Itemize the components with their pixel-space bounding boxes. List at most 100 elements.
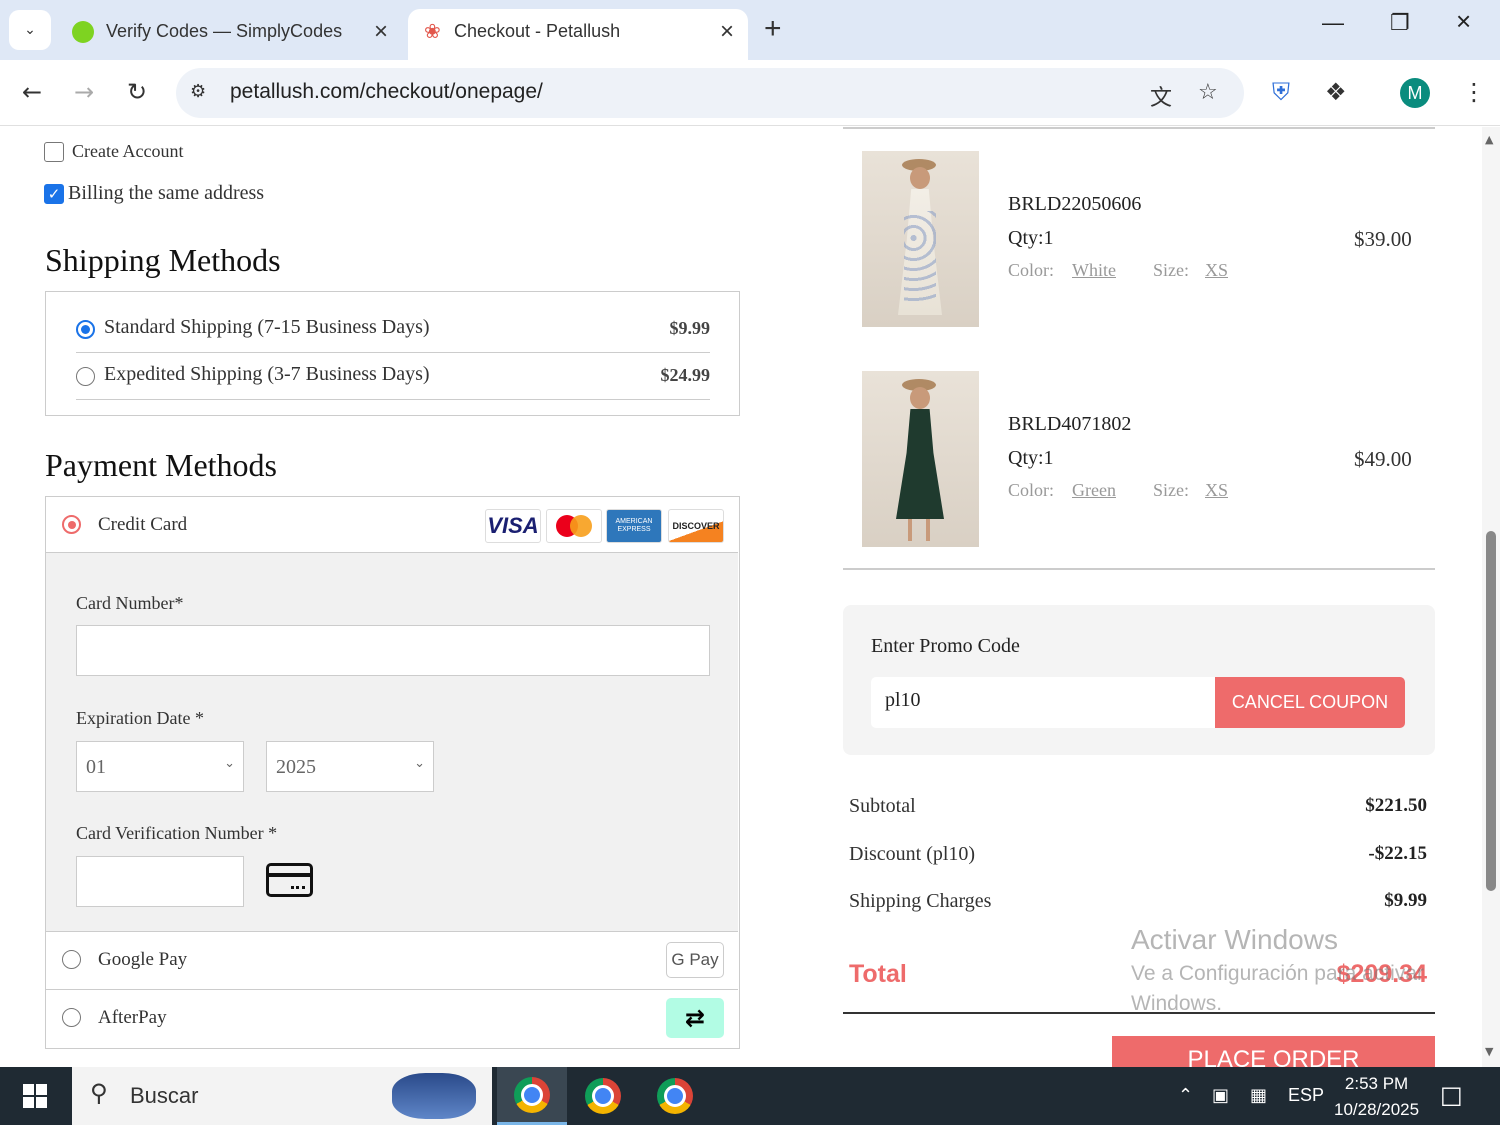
meet-now-icon[interactable]: ▦ [1250, 1085, 1267, 1106]
clock-time: 2:53 PM [1344, 1074, 1409, 1093]
payment-option-credit-card[interactable]: Credit Card VISA AMERICAN EXPRESS DISCOV… [46, 497, 738, 553]
chevron-down-icon: ⌄ [24, 22, 36, 38]
google-pay-radio[interactable] [62, 950, 81, 969]
product-size-link[interactable]: XS [1205, 480, 1228, 501]
shipping-expedited-radio[interactable] [76, 367, 95, 386]
tray-chevron-up-icon[interactable]: ⌃ [1178, 1085, 1193, 1106]
url-text[interactable]: petallush.com/checkout/onepage/ [230, 80, 543, 104]
profile-avatar[interactable]: M [1400, 78, 1430, 108]
extensions-puzzle-icon[interactable]: ❖ [1325, 78, 1347, 106]
bookmark-star-icon[interactable]: ☆ [1198, 80, 1218, 105]
shipping-charges-label: Shipping Charges [849, 890, 992, 912]
place-order-button[interactable]: PLACE ORDER [1112, 1036, 1435, 1067]
taskbar-clock[interactable]: 2:53 PM 10/28/2025 [1334, 1071, 1419, 1123]
forward-icon[interactable]: → [74, 78, 94, 106]
activation-watermark-line2: Ve a Configuración para activar [1131, 962, 1425, 985]
product-color-link[interactable]: White [1072, 260, 1116, 281]
scroll-down-icon[interactable]: ▼ [1485, 1045, 1493, 1058]
taskbar-chrome-profile-3[interactable] [640, 1067, 710, 1125]
product-color-link[interactable]: Green [1072, 480, 1116, 501]
afterpay-radio[interactable] [62, 1008, 81, 1027]
product-size-link[interactable]: XS [1205, 260, 1228, 281]
create-account-checkbox-row[interactable]: Create Account [44, 141, 183, 162]
payment-option-google-pay[interactable]: Google Pay G Pay [46, 931, 738, 987]
clock-date: 10/28/2025 [1334, 1100, 1420, 1119]
scroll-up-icon[interactable]: ▲ [1485, 133, 1493, 146]
shipping-option-standard[interactable]: Standard Shipping (7-15 Business Days) $… [76, 306, 710, 353]
browser-toolbar: ← → ↻ ⚙ petallush.com/checkout/onepage/ … [0, 60, 1500, 126]
shipping-standard-radio[interactable] [76, 320, 95, 339]
afterpay-label: AfterPay [98, 1007, 167, 1028]
chrome-icon [657, 1078, 693, 1114]
activation-watermark-title: Activar Windows [1131, 924, 1338, 955]
translate-icon[interactable]: 文 [1150, 80, 1172, 112]
taskbar-search[interactable]: ⚲ Buscar [72, 1067, 492, 1125]
tab-search-button[interactable]: ⌄ [9, 10, 51, 50]
product-image-white-dress[interactable] [862, 151, 979, 327]
chevron-down-icon: ⌄ [224, 756, 235, 771]
search-highlight-image [392, 1073, 476, 1119]
card-number-input[interactable] [76, 625, 710, 676]
billing-same-label: Billing the same address [68, 182, 265, 204]
address-bar[interactable]: ⚙ petallush.com/checkout/onepage/ 文 ☆ [176, 68, 1244, 118]
credit-card-form: Card Number* Expiration Date * 01 ⌄ 2025… [46, 553, 738, 931]
product-size-label: Size: [1153, 480, 1189, 500]
shipping-methods-heading: Shipping Methods [45, 242, 281, 278]
billing-same-checkbox-row[interactable]: ✓ Billing the same address [44, 182, 264, 205]
shield-extension-icon[interactable]: ⛨ [1272, 78, 1290, 106]
close-tab-icon[interactable]: × [374, 18, 388, 46]
google-pay-badge-icon: G Pay [666, 942, 724, 978]
site-info-icon[interactable]: ⚙ [190, 81, 206, 102]
expiration-date-label: Expiration Date * [76, 708, 204, 728]
product-sku: BRLD4071802 [1008, 413, 1132, 435]
shipping-option-label: Expedited Shipping (3-7 Business Days) [104, 363, 430, 385]
tab-checkout[interactable]: ❀ Checkout - Petallush × [408, 9, 748, 60]
close-tab-icon[interactable]: × [720, 18, 734, 46]
cancel-coupon-button[interactable]: CANCEL COUPON [1215, 677, 1405, 728]
restore-icon[interactable]: ❐ [1390, 10, 1410, 36]
cvv-input[interactable] [76, 856, 244, 907]
new-tab-icon[interactable]: + [764, 12, 782, 46]
start-button[interactable] [0, 1067, 70, 1125]
shipping-option-price: $9.99 [669, 318, 711, 338]
subtotal-value: $221.50 [1365, 795, 1427, 816]
minimize-icon[interactable]: — [1322, 10, 1344, 36]
scrollbar-thumb[interactable] [1486, 531, 1496, 891]
menu-kebab-icon[interactable]: ⋮ [1462, 78, 1486, 106]
tab-simplycodes[interactable]: Verify Codes — SimplyCodes × [56, 9, 402, 60]
credit-card-radio[interactable] [62, 515, 81, 534]
taskbar-chrome-profile-j[interactable] [568, 1067, 638, 1125]
expiration-year-select[interactable]: 2025 ⌄ [266, 741, 434, 792]
page-scrollbar[interactable]: ▲ ▼ [1482, 127, 1500, 1067]
shipping-option-expedited[interactable]: Expedited Shipping (3-7 Business Days) $… [76, 353, 710, 400]
payment-option-afterpay[interactable]: AfterPay ⇄ [46, 989, 738, 1045]
chrome-icon [514, 1076, 550, 1113]
network-icon[interactable]: ▣ [1212, 1085, 1229, 1106]
reload-icon[interactable]: ↻ [127, 78, 147, 106]
expiration-month-select[interactable]: 01 ⌄ [76, 741, 244, 792]
tab-title: Verify Codes — SimplyCodes [106, 21, 343, 41]
create-account-checkbox[interactable] [44, 141, 64, 162]
taskbar-search-placeholder: Buscar [130, 1083, 199, 1108]
product-color-label: Color: [1008, 260, 1055, 280]
product-image-green-dress[interactable] [862, 371, 979, 547]
product-sku: BRLD22050606 [1008, 193, 1142, 215]
mastercard-logo-icon [546, 509, 602, 543]
notifications-icon[interactable]: □ [1440, 1081, 1463, 1109]
search-icon: ⚲ [90, 1079, 108, 1107]
input-language[interactable]: ESP [1288, 1085, 1324, 1106]
back-icon[interactable]: ← [22, 78, 42, 106]
subtotal-label: Subtotal [849, 795, 916, 817]
discover-logo-icon: DISCOVER [668, 509, 724, 543]
promo-code-title: Enter Promo Code [871, 635, 1020, 657]
cart-bottom-divider [843, 568, 1435, 570]
window-close-icon[interactable]: × [1456, 6, 1471, 37]
create-account-label: Create Account [72, 141, 184, 161]
visa-logo-icon: VISA [485, 509, 541, 543]
expiration-month-value: 01 [86, 756, 106, 778]
credit-card-label: Credit Card [98, 514, 188, 535]
taskbar-chrome-profile-m[interactable] [497, 1067, 567, 1125]
checkout-page: Create Account ✓ Billing the same addres… [0, 127, 1500, 1067]
promo-code-input[interactable]: pl10 [871, 677, 1216, 728]
billing-same-checkbox[interactable]: ✓ [44, 183, 64, 204]
